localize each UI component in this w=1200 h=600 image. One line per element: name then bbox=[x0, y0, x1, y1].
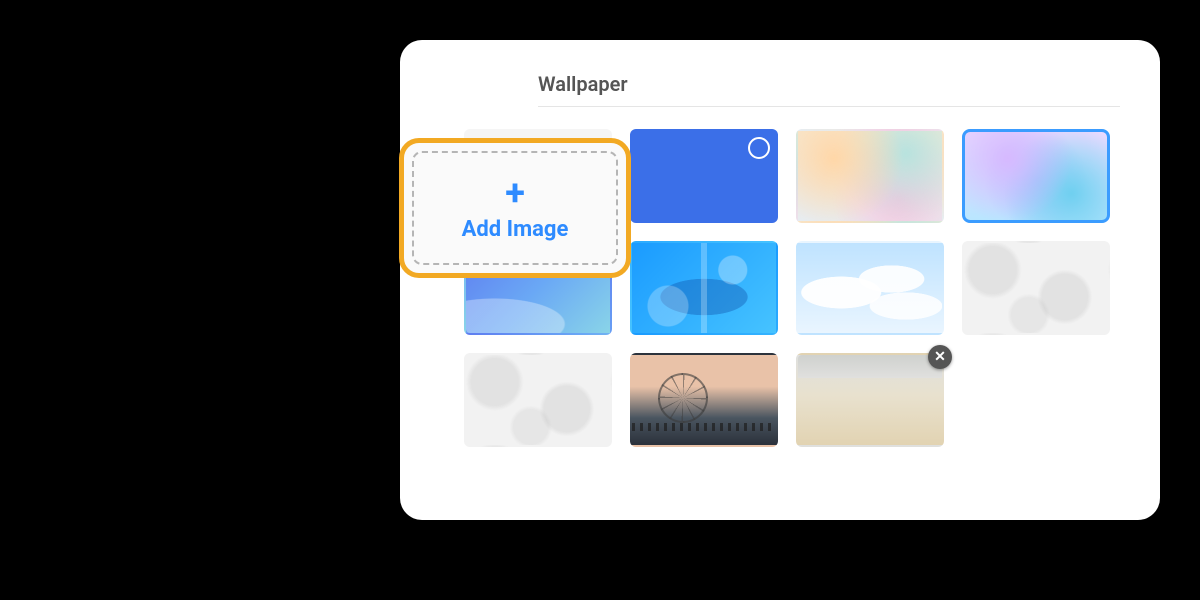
wallpaper-thumb-beach[interactable] bbox=[796, 353, 944, 447]
wallpaper-settings-card: Wallpaper ✕ bbox=[400, 40, 1160, 520]
wallpaper-thumb-marble-2[interactable] bbox=[464, 353, 612, 447]
selection-ring-icon bbox=[748, 137, 770, 159]
wallpaper-thumb-pastel-gradient[interactable] bbox=[796, 129, 944, 223]
add-image-label: Add Image bbox=[462, 217, 569, 242]
empty-cell bbox=[962, 353, 1110, 447]
add-image-dropzone[interactable]: + Add Image bbox=[412, 151, 618, 265]
wallpaper-thumb-solid-blue[interactable] bbox=[630, 129, 778, 223]
delete-wallpaper-button[interactable]: ✕ bbox=[928, 345, 952, 369]
wallpaper-thumb-holo-gradient[interactable] bbox=[962, 129, 1110, 223]
close-icon: ✕ bbox=[934, 349, 946, 365]
wallpaper-thumb-tech-blue[interactable] bbox=[630, 241, 778, 335]
wallpaper-thumb-sunset-wheel[interactable] bbox=[630, 353, 778, 447]
wallpaper-thumb-beach-wrap: ✕ bbox=[796, 353, 944, 447]
wallpaper-thumb-marble-1[interactable] bbox=[962, 241, 1110, 335]
plus-icon: + bbox=[505, 175, 525, 211]
wallpaper-thumb-clouds[interactable] bbox=[796, 241, 944, 335]
add-image-callout[interactable]: + Add Image bbox=[399, 138, 631, 278]
divider bbox=[538, 106, 1120, 107]
section-heading: Wallpaper bbox=[538, 72, 1120, 96]
